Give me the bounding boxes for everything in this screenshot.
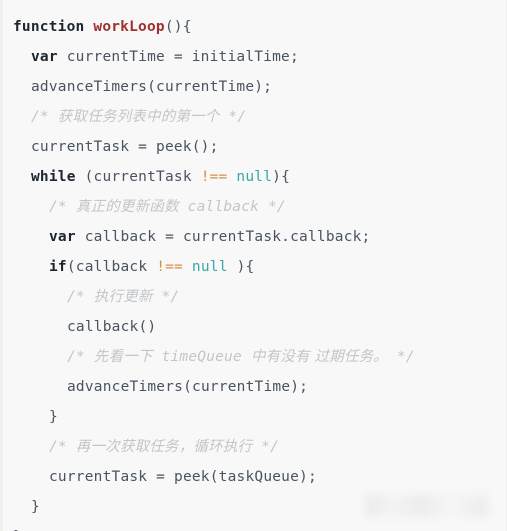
code-line: } — [13, 492, 506, 522]
code-line: /* 获取任务列表中的第一个 */ — [13, 102, 506, 132]
code-line: callback() — [13, 312, 506, 342]
code-token: workLoop — [93, 19, 165, 35]
code-token: (){ — [164, 19, 192, 35]
code-line: /* 执行更新 */ — [13, 282, 506, 312]
code-token: */ — [152, 289, 180, 305]
code-line: currentTask = peek(taskQueue); — [13, 462, 506, 492]
code-token: !== — [156, 259, 183, 275]
code-token: } — [31, 499, 40, 515]
code-token: /* — [31, 109, 58, 125]
code-line: /* 再一次获取任务，循环执行 */ — [13, 432, 506, 462]
code-token: currentTask = peek(); — [31, 139, 219, 155]
code-token: /* — [49, 199, 76, 215]
code-token: function — [13, 19, 85, 35]
code-line: function workLoop(){ — [13, 12, 506, 42]
code-token: */ — [387, 349, 415, 365]
code-token: timeQueue — [152, 349, 251, 365]
code-token: (callback — [66, 259, 157, 275]
code-token: 再一次获取任务，循环执行 — [75, 439, 253, 455]
code-token: (currentTask — [75, 169, 201, 185]
code-line: } — [13, 402, 506, 432]
code-token: 执行更新 — [93, 289, 153, 305]
code-token: */ — [252, 439, 279, 455]
code-token: var — [49, 229, 76, 245]
code-token: 获取任务列表中的第一个 — [57, 109, 220, 125]
code-token: } — [49, 409, 58, 425]
code-token: /* — [67, 289, 94, 305]
code-line: var callback = currentTask.callback; — [13, 222, 506, 252]
code-token: */ — [219, 109, 247, 125]
code-token: null — [236, 169, 273, 185]
code-token: /* — [67, 349, 94, 365]
code-line: /* 先看一下 timeQueue 中有没有 过期任务。 */ — [13, 342, 506, 372]
code-token: 真正的更新函数 — [75, 199, 179, 215]
code-token: currentTask = peek(taskQueue); — [49, 469, 317, 485]
code-token: /* — [49, 439, 76, 455]
code-line: currentTask = peek(); — [13, 132, 506, 162]
code-line: if(callback !== null ){ — [13, 252, 506, 282]
code-line: } — [13, 522, 506, 531]
code-line: advanceTimers(currentTime); — [13, 372, 506, 402]
code-token: advanceTimers(currentTime); — [31, 79, 273, 95]
code-token: advanceTimers(currentTime); — [67, 379, 309, 395]
code-line: advanceTimers(currentTime); — [13, 72, 506, 102]
code-token: ){ — [227, 259, 255, 275]
code-token: while — [31, 169, 76, 185]
code-line: while (currentTask !== null){ — [13, 162, 506, 192]
code-token: currentTime = initialTime; — [57, 49, 299, 65]
code-token: 中有没有 过期任务。 — [250, 349, 388, 365]
code-lines-container: function workLoop(){var currentTime = in… — [13, 12, 506, 531]
code-token: if — [49, 259, 67, 275]
code-token: null — [191, 259, 228, 275]
code-token: callback = currentTask.callback; — [75, 229, 371, 245]
code-block: function workLoop(){var currentTime = in… — [0, 0, 507, 531]
code-token: !== — [200, 169, 228, 185]
code-token: var — [31, 49, 58, 65]
code-line: /* 真正的更新函数 callback */ — [13, 192, 506, 222]
code-line: var currentTime = initialTime; — [13, 42, 506, 72]
code-token: ){ — [272, 169, 291, 185]
code-token: callback() — [67, 319, 157, 335]
code-token: 先看一下 — [93, 349, 153, 365]
code-token: callback */ — [178, 199, 286, 215]
